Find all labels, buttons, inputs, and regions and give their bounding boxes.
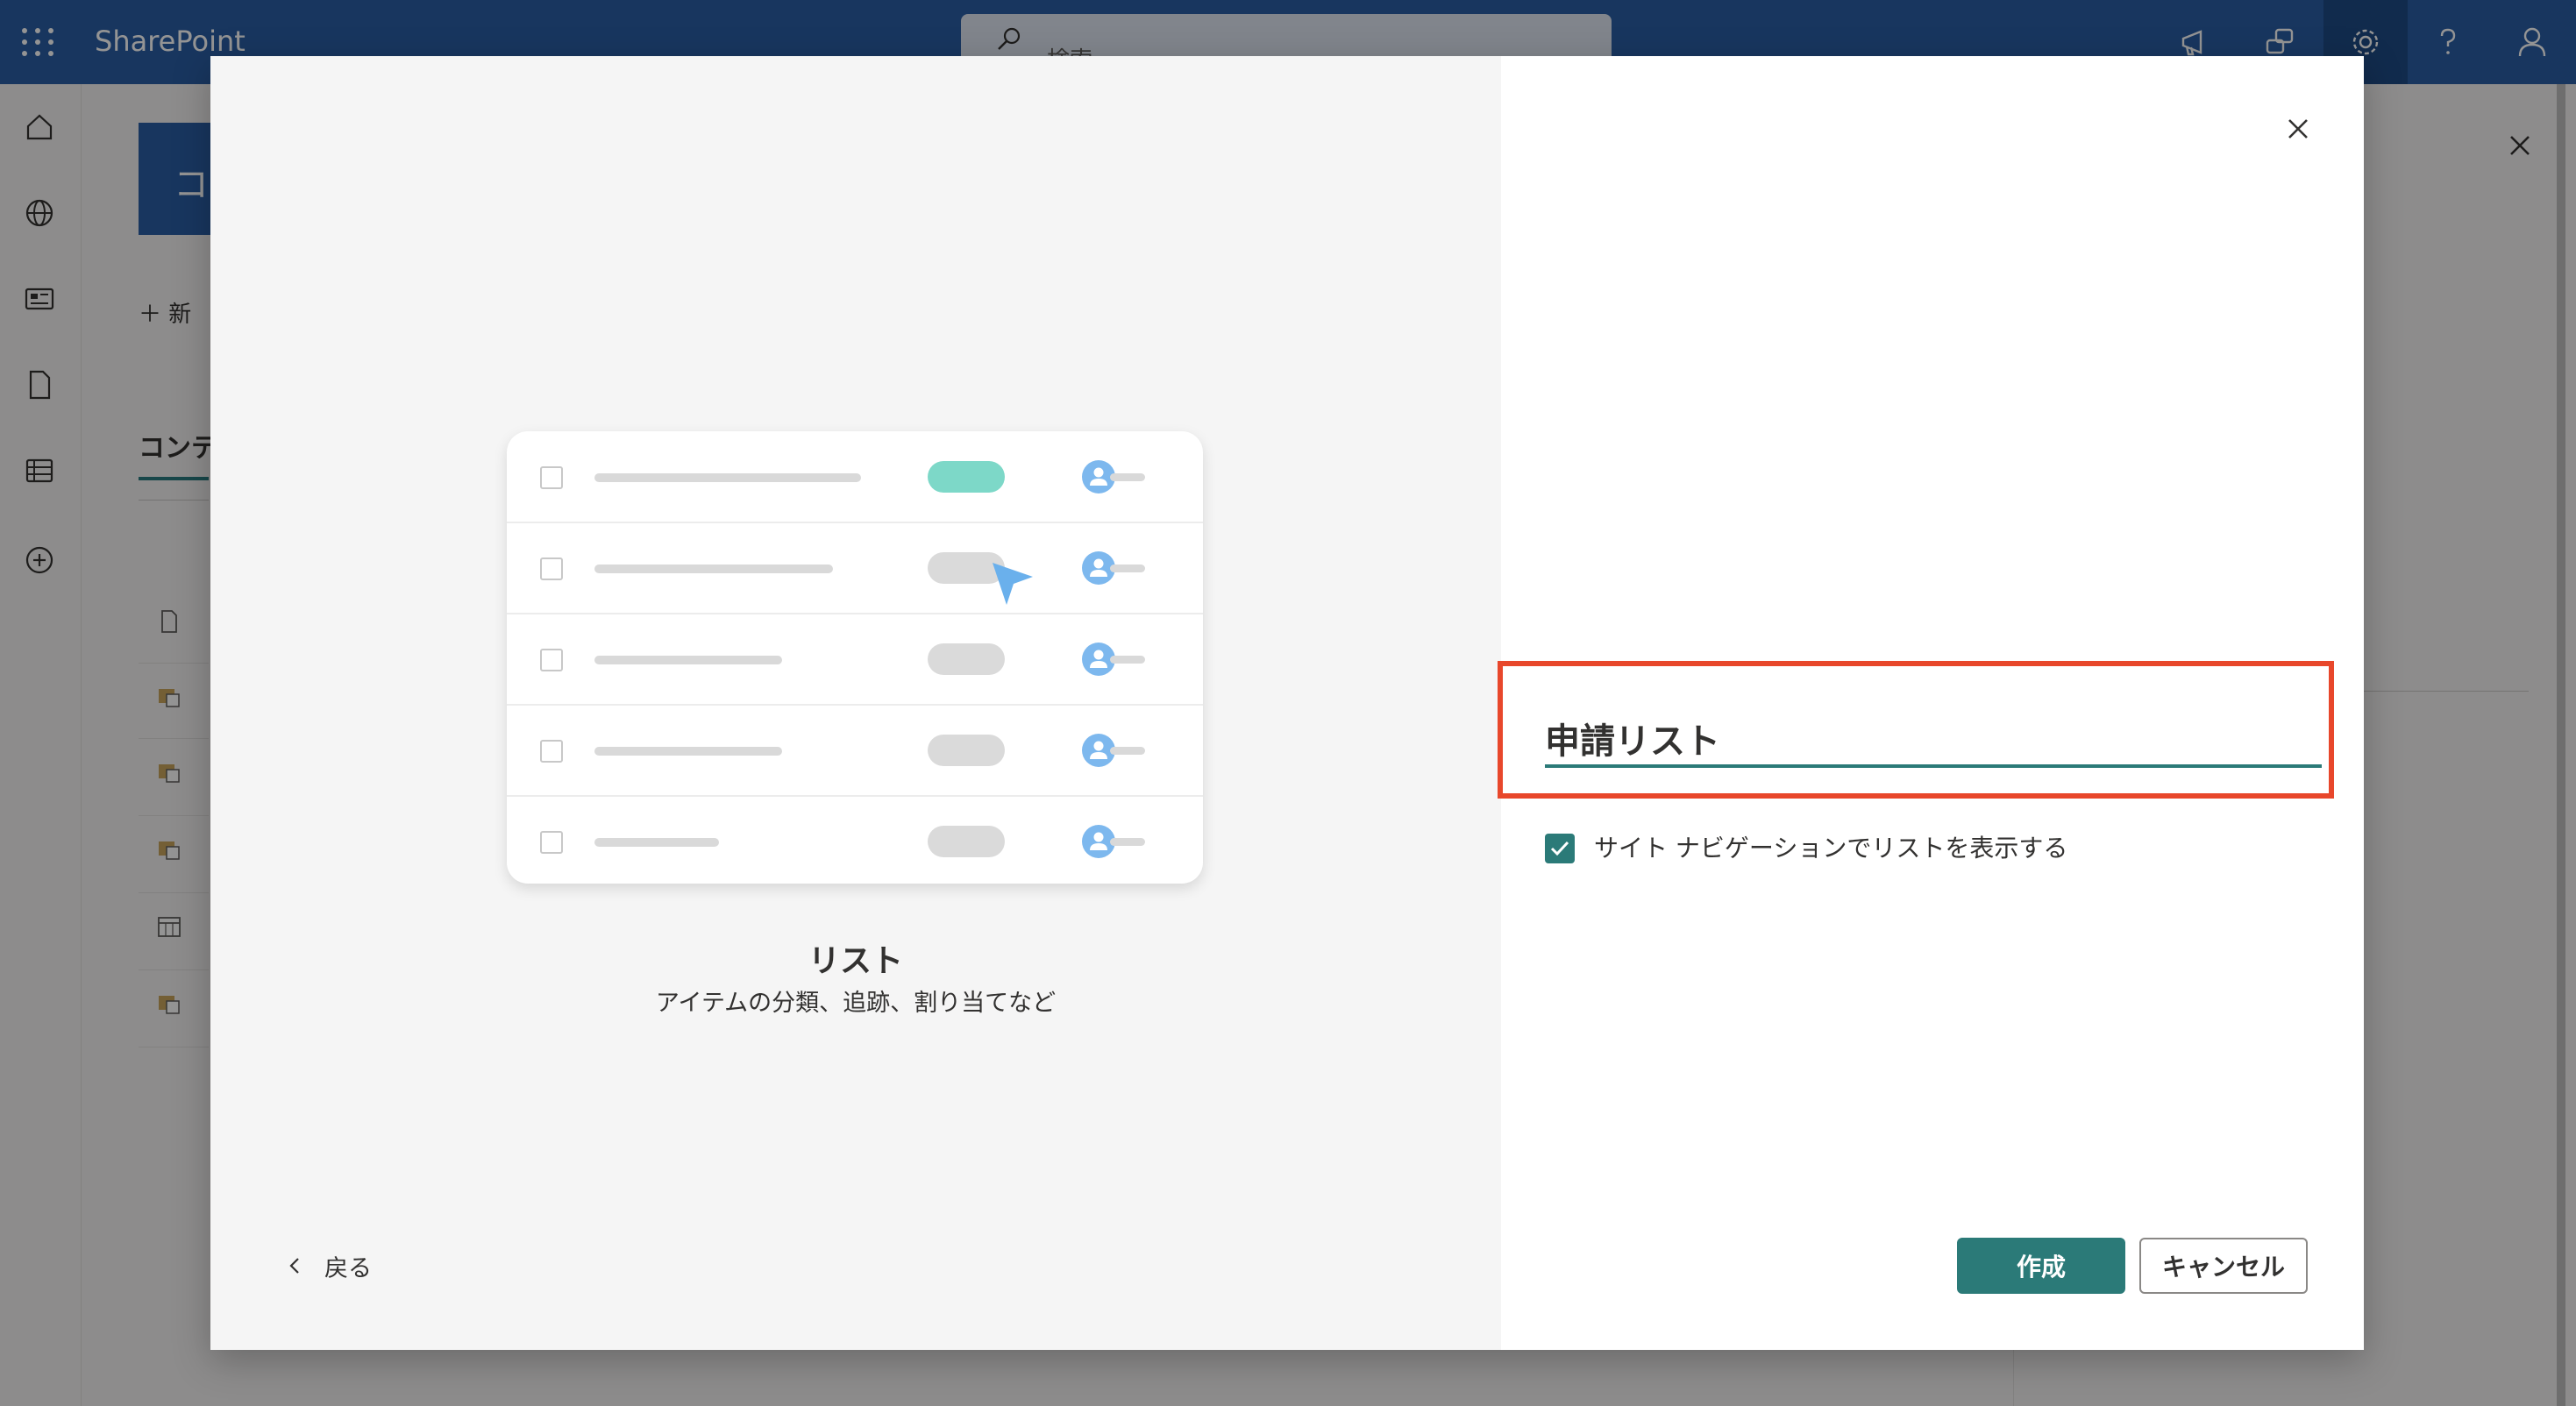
close-icon[interactable] [2276, 107, 2320, 151]
create-list-dialog: リスト アイテムの分類、追跡、割り当てなど 戻る サイト ナビゲーションでリスト… [210, 56, 2364, 1350]
list-name-input[interactable] [1545, 712, 2322, 768]
show-in-nav-label[interactable]: サイト ナビゲーションでリストを表示する [1594, 833, 2067, 864]
template-title: リスト [808, 943, 903, 979]
create-button[interactable]: 作成 [1957, 1238, 2125, 1294]
list-illustration [507, 431, 1203, 884]
template-preview-pane: リスト アイテムの分類、追跡、割り当てなど 戻る [210, 56, 1501, 1350]
back-button[interactable]: 戻る [286, 1245, 372, 1287]
cursor-icon [993, 563, 1033, 605]
template-description: アイテムの分類、追跡、割り当てなど [655, 990, 1057, 1017]
chevron-left-icon [289, 1258, 299, 1274]
back-label: 戻る [324, 1254, 372, 1282]
cancel-button[interactable]: キャンセル [2139, 1238, 2308, 1294]
show-in-nav-checkbox[interactable] [1545, 834, 1575, 863]
checkmark-icon [1550, 841, 1569, 856]
